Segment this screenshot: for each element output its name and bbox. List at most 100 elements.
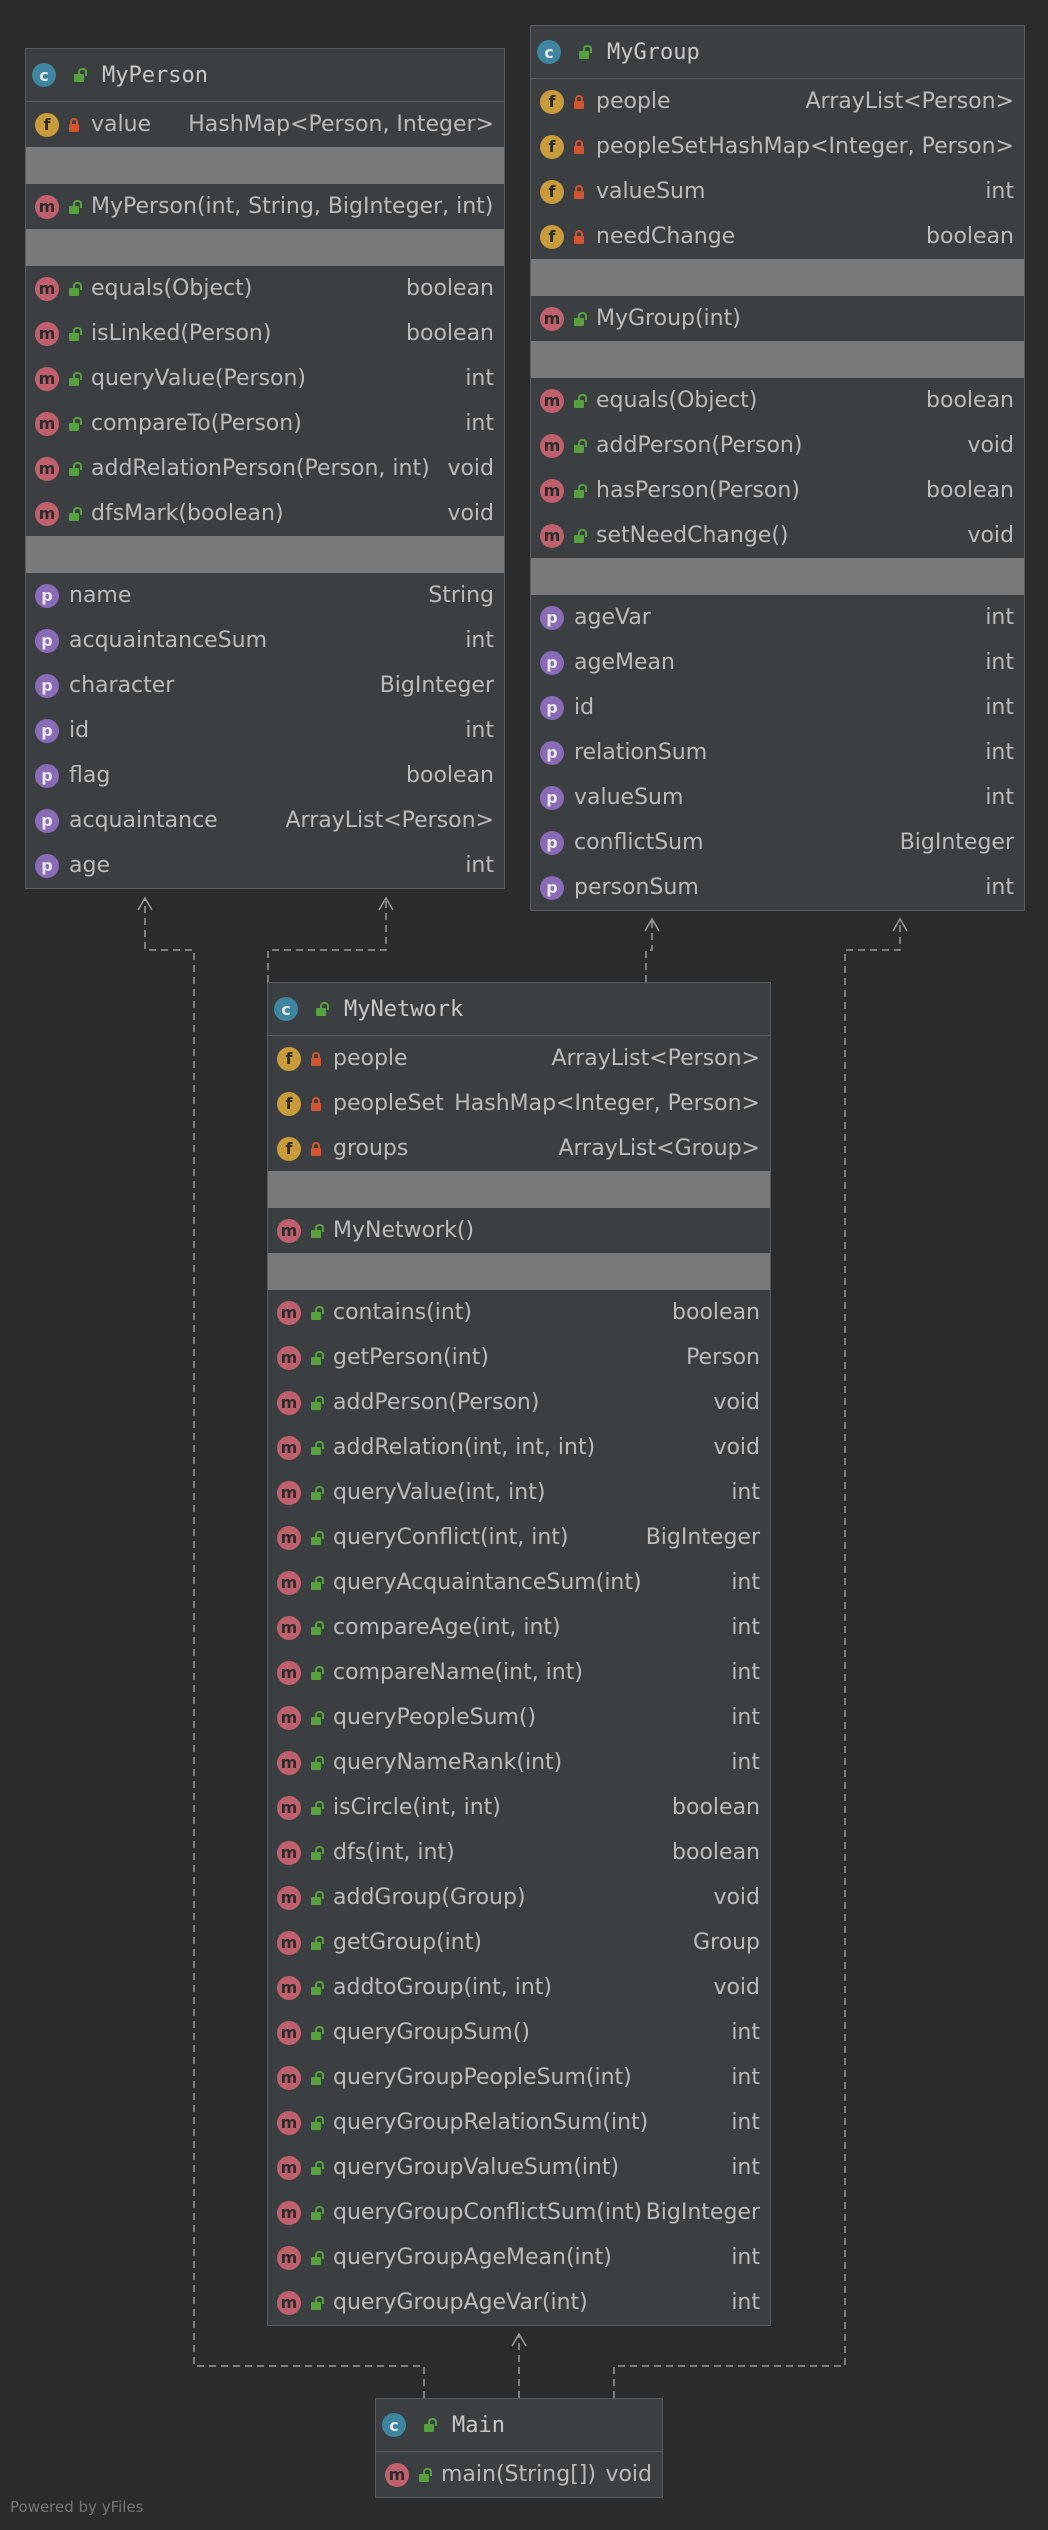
member-name: flag (69, 763, 111, 788)
propertie-row[interactable]: p ageVar int (531, 595, 1024, 640)
propertie-row[interactable]: p acquaintance ArrayList<Person> (26, 798, 504, 843)
method-row[interactable]: m addtoGroup(int, int) void (268, 1965, 770, 2010)
propertie-row[interactable]: p flag boolean (26, 753, 504, 798)
class-myperson[interactable]: c MyPerson f value HashMap<Person, Integer> m… (25, 48, 505, 889)
propertie-row[interactable]: p id int (531, 685, 1024, 730)
member-name: addGroup(Group) (333, 1885, 526, 1910)
method-row[interactable]: m queryGroupRelationSum(int) int (268, 2100, 770, 2145)
member-type: int (731, 1480, 760, 1505)
member-type: void (447, 501, 494, 526)
member-type: HashMap<Integer, Person> (454, 1091, 760, 1116)
member-name: addtoGroup(int, int) (333, 1975, 552, 2000)
method-row[interactable]: m queryPeopleSum() int (268, 1695, 770, 1740)
member-type: boolean (672, 1795, 760, 1820)
method-row[interactable]: m addPerson(Person) void (531, 423, 1024, 468)
field-row[interactable]: f people ArrayList<Person> (531, 79, 1024, 124)
property-icon: p (540, 830, 564, 855)
public-lock-icon (67, 326, 82, 341)
propertie-row[interactable]: p ageMean int (531, 640, 1024, 685)
public-lock-icon (314, 1002, 329, 1016)
field-row[interactable]: f valueSum int (531, 169, 1024, 214)
field-row[interactable]: f people ArrayList<Person> (268, 1036, 770, 1081)
member-type: int (465, 628, 494, 653)
member-name: id (574, 695, 595, 720)
method-row[interactable]: m compareName(int, int) int (268, 1650, 770, 1695)
method-row[interactable]: m queryGroupAgeVar(int) int (268, 2280, 770, 2325)
method-row[interactable]: m compareAge(int, int) int (268, 1605, 770, 1650)
method-row[interactable]: m equals(Object) boolean (26, 266, 504, 311)
member-name: relationSum (574, 740, 708, 765)
public-lock-icon (309, 2250, 324, 2265)
field-icon: f (35, 112, 59, 137)
method-row[interactable]: m addRelationPerson(Person, int) void (26, 446, 504, 491)
method-row[interactable]: m compareTo(Person) int (26, 401, 504, 446)
field-row[interactable]: f groups ArrayList<Group> (268, 1126, 770, 1171)
member-type: int (731, 2110, 760, 2135)
method-row[interactable]: m addGroup(Group) void (268, 1875, 770, 1920)
method-row[interactable]: m queryGroupSum() int (268, 2010, 770, 2055)
public-lock-icon (572, 311, 587, 326)
private-lock-icon (572, 229, 586, 244)
method-row[interactable]: m getPerson(int) Person (268, 1335, 770, 1380)
method-row[interactable]: m queryConflict(int, int) BigInteger (268, 1515, 770, 1560)
property-icon: p (35, 673, 59, 698)
method-row[interactable]: m getGroup(int) Group (268, 1920, 770, 1965)
propertie-row[interactable]: p relationSum int (531, 730, 1024, 775)
class-main[interactable]: c Main m main(String[]) void (375, 2398, 663, 2498)
field-row[interactable]: f needChange boolean (531, 214, 1024, 259)
method-row[interactable]: m queryGroupValueSum(int) int (268, 2145, 770, 2190)
method-icon: m (277, 1300, 301, 1325)
propertie-row[interactable]: p name String (26, 573, 504, 618)
class-mygroup[interactable]: c MyGroup f people ArrayList<Person> f peopleS… (530, 25, 1025, 911)
member-name: id (69, 718, 90, 743)
method-row[interactable]: m queryNameRank(int) int (268, 1740, 770, 1785)
propertie-row[interactable]: p acquaintanceSum int (26, 618, 504, 663)
public-lock-icon (572, 438, 587, 453)
member-type: int (985, 179, 1014, 204)
propertie-row[interactable]: p personSum int (531, 865, 1024, 910)
propertie-row[interactable]: p id int (26, 708, 504, 753)
propertie-row[interactable]: p character BigInteger (26, 663, 504, 708)
constructor-row[interactable]: m MyNetwork() (268, 1208, 770, 1253)
class-header: c MyNetwork (268, 983, 770, 1036)
method-row[interactable]: m dfs(int, int) boolean (268, 1830, 770, 1875)
method-row[interactable]: m queryGroupAgeMean(int) int (268, 2235, 770, 2280)
member-name: queryConflict(int, int) (333, 1525, 569, 1550)
method-row[interactable]: m queryAcquaintanceSum(int) int (268, 1560, 770, 1605)
method-row[interactable]: m hasPerson(Person) boolean (531, 468, 1024, 513)
method-row[interactable]: m queryGroupPeopleSum(int) int (268, 2055, 770, 2100)
field-row[interactable]: f value HashMap<Person, Integer> (26, 102, 504, 147)
method-row[interactable]: m addRelation(int, int, int) void (268, 1425, 770, 1470)
method-row[interactable]: m setNeedChange() void (531, 513, 1024, 558)
private-lock-icon (572, 139, 586, 154)
method-row[interactable]: m queryGroupConflictSum(int) BigInteger (268, 2190, 770, 2235)
propertie-row[interactable]: p valueSum int (531, 775, 1024, 820)
method-row[interactable]: m addPerson(Person) void (268, 1380, 770, 1425)
field-row[interactable]: f peopleSet HashMap<Integer, Person> (268, 1081, 770, 1126)
method-row[interactable]: m main(String[]) void (376, 2452, 662, 2497)
property-icon: p (540, 605, 564, 630)
constructor-row[interactable]: m MyGroup(int) (531, 296, 1024, 341)
property-icon: p (35, 583, 59, 608)
method-row[interactable]: m isCircle(int, int) boolean (268, 1785, 770, 1830)
method-row[interactable]: m contains(int) boolean (268, 1290, 770, 1335)
member-name: addPerson(Person) (596, 433, 803, 458)
method-icon: m (277, 1435, 301, 1460)
method-row[interactable]: m queryValue(int, int) int (268, 1470, 770, 1515)
section-separator (531, 558, 1024, 595)
constructor-row[interactable]: m MyPerson(int, String, BigInteger, int) (26, 184, 504, 229)
method-row[interactable]: m dfsMark(boolean) void (26, 491, 504, 536)
propertie-row[interactable]: p conflictSum BigInteger (531, 820, 1024, 865)
member-name: groups (333, 1136, 409, 1161)
class-mynetwork[interactable]: c MyNetwork f people ArrayList<Person> f peopl… (267, 982, 771, 2326)
method-row[interactable]: m queryValue(Person) int (26, 356, 504, 401)
propertie-row[interactable]: p age int (26, 843, 504, 888)
section-separator (26, 536, 504, 573)
field-row[interactable]: f peopleSet HashMap<Integer, Person> (531, 124, 1024, 169)
edge-mynetwork-myperson-a (267, 898, 387, 982)
public-lock-icon (422, 2418, 437, 2432)
property-icon: p (540, 785, 564, 810)
method-row[interactable]: m isLinked(Person) boolean (26, 311, 504, 356)
member-name: name (69, 583, 132, 608)
method-row[interactable]: m equals(Object) boolean (531, 378, 1024, 423)
